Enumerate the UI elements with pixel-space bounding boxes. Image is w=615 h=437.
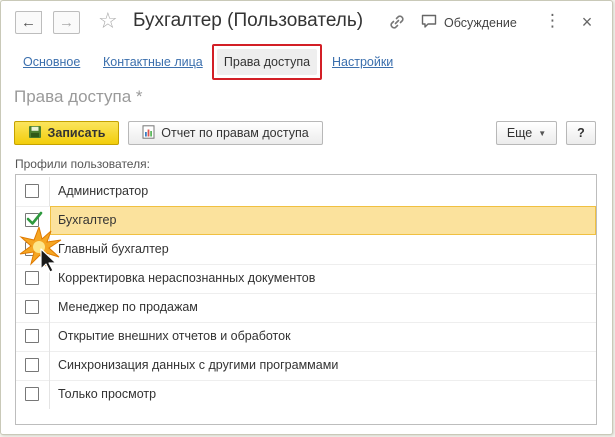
arrow-right-icon: → [59, 14, 74, 31]
title-bar: ← → ☆ Бухгалтер (Пользователь) Обсуждени… [1, 1, 612, 45]
tab-settings[interactable]: Настройки [332, 55, 393, 69]
form-window: ← → ☆ Бухгалтер (Пользователь) Обсуждени… [0, 0, 613, 435]
profile-label: Синхронизация данных с другими программа… [58, 358, 339, 372]
tab-contacts[interactable]: Контактные лица [103, 55, 203, 69]
list-item[interactable]: Менеджер по продажам [16, 293, 596, 322]
checkmark-icon [26, 211, 43, 225]
help-button[interactable]: ? [566, 121, 596, 145]
save-label: Записать [47, 126, 106, 140]
report-label: Отчет по правам доступа [161, 126, 309, 140]
star-icon[interactable]: ☆ [98, 8, 118, 34]
profile-label: Бухгалтер [58, 213, 117, 227]
profile-label: Корректировка нераспознанных документов [58, 271, 316, 285]
column-divider [49, 293, 50, 322]
chat-icon [421, 14, 437, 32]
profile-label: Открытие внешних отчетов и обработок [58, 329, 291, 343]
access-report-button[interactable]: Отчет по правам доступа [128, 121, 323, 145]
chevron-down-icon: ▼ [538, 128, 547, 138]
list-item[interactable]: Корректировка нераспознанных документов [16, 264, 596, 293]
profiles-list: Администратор Бухгалтер Главный бухгалте… [15, 174, 597, 425]
profile-label: Только просмотр [58, 387, 157, 401]
tab-main[interactable]: Основное [23, 55, 80, 69]
forward-button[interactable]: → [53, 11, 80, 34]
close-icon[interactable]: × [573, 9, 601, 35]
column-divider [49, 380, 50, 409]
profile-label: Главный бухгалтер [58, 242, 169, 256]
profile-checkbox[interactable] [25, 271, 39, 285]
profile-checkbox[interactable] [25, 358, 39, 372]
page-title: Права доступа * [14, 87, 143, 106]
profile-checkbox[interactable] [25, 329, 39, 343]
profile-checkbox[interactable] [25, 300, 39, 314]
discussion-button[interactable]: Обсуждение [421, 14, 517, 32]
profile-label: Менеджер по продажам [58, 300, 198, 314]
profile-checkbox-checked[interactable] [25, 211, 43, 227]
arrow-left-icon: ← [21, 14, 36, 31]
list-item-selected[interactable]: Бухгалтер [16, 206, 596, 235]
list-item[interactable]: Синхронизация данных с другими программа… [16, 351, 596, 380]
list-item[interactable]: Главный бухгалтер [16, 235, 596, 264]
profile-checkbox[interactable] [25, 387, 39, 401]
list-item[interactable]: Открытие внешних отчетов и обработок [16, 322, 596, 351]
profiles-label: Профили пользователя: [15, 157, 150, 171]
more-label: Еще [506, 126, 533, 140]
tab-access-rights[interactable]: Права доступа [217, 49, 317, 75]
save-button[interactable]: Записать [14, 121, 119, 145]
discussion-label: Обсуждение [444, 16, 517, 30]
tab-access-rights-highlight[interactable]: Права доступа [212, 44, 322, 80]
more-button[interactable]: Еще ▼ [496, 121, 557, 145]
back-button[interactable]: ← [15, 11, 42, 34]
mouse-pointer-icon [17, 225, 67, 273]
save-icon [28, 125, 42, 142]
column-divider [49, 177, 50, 206]
list-item[interactable]: Администратор [16, 177, 596, 206]
column-divider [49, 322, 50, 351]
report-icon [142, 124, 155, 142]
link-icon[interactable] [387, 12, 407, 32]
window-menu-icon[interactable]: ⋮ [544, 11, 562, 31]
profile-label: Администратор [58, 184, 149, 198]
profile-checkbox[interactable] [25, 184, 39, 198]
selected-cell [50, 206, 596, 235]
window-title: Бухгалтер (Пользователь) [133, 10, 364, 31]
column-divider [49, 351, 50, 380]
list-item[interactable]: Только просмотр [16, 380, 596, 409]
